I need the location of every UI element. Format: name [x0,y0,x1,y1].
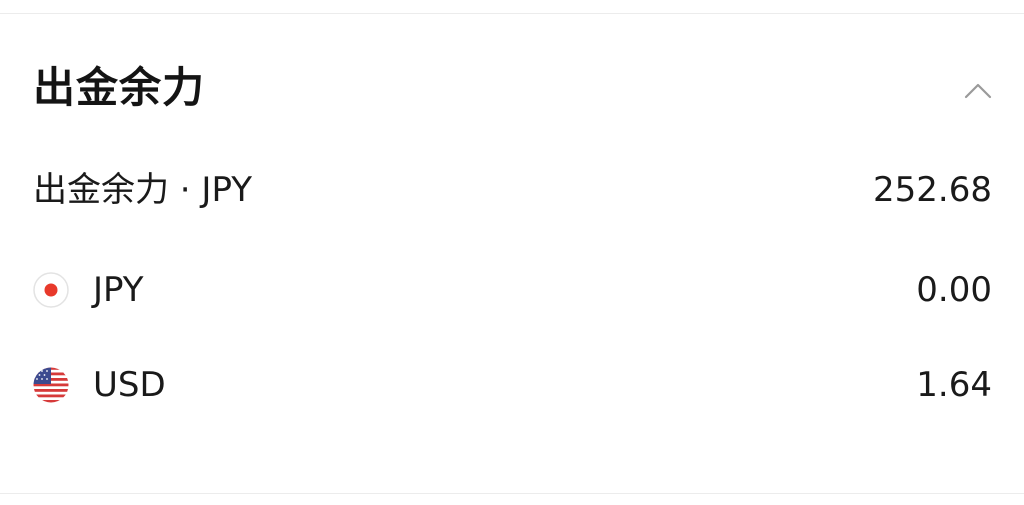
currency-code-usd: USD [93,365,166,405]
currency-value-jpy: 0.00 [916,270,992,310]
summary-label: 出金余力 · JPY [33,170,252,210]
bottom-divider [0,493,1024,494]
chevron-up-icon [964,83,992,99]
currency-value-usd: 1.64 [916,365,992,405]
summary-value: 252.68 [873,170,992,210]
us-flag-icon [33,367,69,403]
currency-code-jpy: JPY [93,270,144,310]
currency-row-usd: USD 1.64 [33,355,992,415]
collapse-toggle-button[interactable] [958,70,998,110]
currency-row-jpy: JPY 0.00 [33,260,992,320]
section-title: 出金余力 [33,63,206,112]
top-divider [0,13,1024,14]
japan-flag-icon [33,272,69,308]
summary-row: 出金余力 · JPY 252.68 [33,160,992,220]
